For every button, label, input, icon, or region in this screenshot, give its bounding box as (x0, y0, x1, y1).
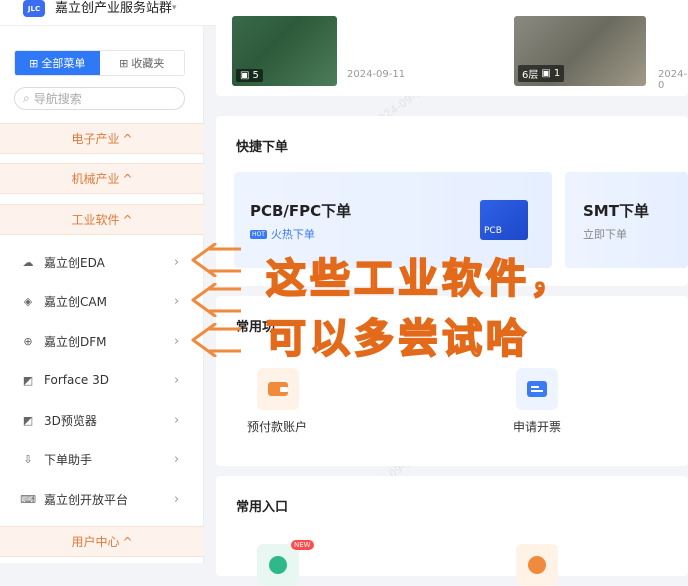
chevron-up-icon: ^ (122, 171, 133, 186)
chevron-right-icon: › (174, 293, 180, 309)
search-placeholder: 导航搜索 (33, 92, 82, 106)
cube-icon: ◩ (22, 373, 34, 387)
sidebar-item-dfm[interactable]: ⊕ 嘉立创DFM › (0, 321, 204, 361)
download-icon: ⇩ (23, 452, 33, 466)
section-title: 快捷下单 (236, 140, 289, 155)
tab-favorites[interactable]: ⊞ 收藏夹 (99, 51, 184, 75)
chevron-right-icon: › (174, 254, 180, 270)
site-title[interactable]: 嘉立创产业服务站群 (55, 0, 172, 17)
cube-icon: ◩ (22, 413, 34, 427)
gallery-photo[interactable]: 6层 ▣ 1 (514, 16, 646, 86)
image-icon: ▣ (541, 68, 551, 79)
promo-title: PCB/FPC下单 (250, 202, 352, 220)
chevron-down-icon[interactable]: ▾ (172, 3, 177, 13)
sidebar-item-open-platform[interactable]: ⌨ 嘉立创开放平台 › (0, 479, 204, 519)
cloud-icon: ☁ (22, 255, 34, 269)
logo[interactable]: JLC (23, 0, 45, 17)
gallery-date: 2024-0 (658, 69, 688, 91)
chevron-right-icon: › (174, 491, 180, 507)
promo-subtitle: 立即下单 (583, 228, 627, 241)
sidebar-item-3d-viewer[interactable]: ◩ 3D预览器 › (0, 400, 204, 440)
menu-tabs: ⊞ 全部菜单 ⊞ 收藏夹 (14, 50, 185, 76)
entry-icon[interactable] (516, 544, 558, 586)
sidebar: ⊞ 全部菜单 ⊞ 收藏夹 ⌕ 导航搜索 电子产业 ^ 机械产业 ^ 工业软件 ^ ☁ … (0, 26, 204, 563)
sidebar-item-cam[interactable]: ◈ 嘉立创CAM › (0, 281, 204, 321)
gallery-photo[interactable]: ▣ 5 (232, 16, 337, 86)
entry-icon[interactable] (257, 544, 299, 586)
gallery-card: ▣ 5 2024-09-11 6层 ▣ 1 2024-0 (216, 16, 688, 96)
chevron-right-icon: › (174, 451, 180, 467)
item-label: Forface 3D (44, 373, 109, 387)
layer-count: 6层 (522, 70, 539, 81)
chevron-up-icon: ^ (122, 212, 133, 227)
image-count-badge: ▣ 5 (236, 69, 263, 82)
item-label: 嘉立创DFM (44, 334, 107, 349)
arrow-left-icon (191, 243, 241, 277)
group-label: 工业软件 (71, 213, 120, 227)
invoice-icon[interactable] (516, 368, 558, 410)
smt-order-promo[interactable]: SMT下单 立即下单 (565, 172, 688, 268)
image-count: 5 (252, 70, 259, 81)
chevron-right-icon: › (174, 372, 180, 388)
tab-label: 全部菜单 (41, 57, 86, 70)
image-count: 1 (553, 68, 561, 79)
code-icon: ⌨ (20, 492, 36, 506)
group-electronics[interactable]: 电子产业 ^ (0, 123, 204, 154)
arrow-left-icon (191, 323, 241, 357)
sidebar-item-forface[interactable]: ◩ Forface 3D › (0, 360, 204, 400)
chevron-up-icon: ^ (122, 131, 133, 146)
grid-icon: ⊞ (119, 56, 129, 70)
diamond-icon: ◈ (23, 294, 33, 308)
promo-sub-label: 火热下单 (270, 228, 315, 241)
common-entry-card: 常用入口 NEW (216, 476, 688, 586)
annotation-text: 可以多尝试哈 (265, 314, 530, 363)
item-label: 嘉立创EDA (44, 255, 105, 270)
sidebar-item-order-helper[interactable]: ⇩ 下单助手 › (0, 439, 204, 479)
item-label: 下单助手 (44, 452, 93, 467)
zoom-icon: ⊕ (23, 334, 33, 348)
item-label: 嘉立创开放平台 (44, 492, 129, 507)
search-icon: ⌕ (23, 91, 30, 105)
gallery-date: 2024-09-11 (347, 69, 406, 80)
chevron-up-icon: ^ (122, 534, 133, 549)
promo-subtitle: HOT 火热下单 (250, 226, 315, 242)
grid-icon: ⊞ (29, 56, 39, 70)
nav-search-input[interactable]: ⌕ 导航搜索 (14, 87, 185, 110)
group-label: 电子产业 (71, 132, 120, 146)
annotation-text: 这些工业软件， (265, 254, 574, 303)
image-icon: ▣ (240, 70, 250, 81)
group-user-center[interactable]: 用户中心 ^ (0, 526, 204, 557)
group-software[interactable]: 工业软件 ^ (0, 204, 204, 235)
layer-badge: 6层 ▣ 1 (518, 65, 565, 82)
tab-label: 收藏夹 (131, 57, 165, 70)
new-badge: NEW (291, 540, 314, 550)
group-mechanical[interactable]: 机械产业 ^ (0, 163, 204, 194)
promo-title: SMT下单 (583, 202, 649, 220)
tab-all-menu[interactable]: ⊞ 全部菜单 (15, 51, 100, 75)
hot-badge: HOT (250, 229, 267, 239)
pcb-illustration: PCB (480, 200, 528, 240)
func-label[interactable]: 预付款账户 (247, 418, 307, 435)
chevron-right-icon: › (174, 333, 180, 349)
sidebar-item-eda[interactable]: ☁ 嘉立创EDA › (0, 242, 204, 282)
section-title: 常用入口 (236, 500, 289, 515)
func-label[interactable]: 申请开票 (513, 418, 561, 435)
item-label: 3D预览器 (44, 413, 97, 428)
group-label: 用户中心 (71, 535, 120, 549)
chevron-right-icon: › (174, 412, 180, 428)
group-label: 机械产业 (71, 172, 120, 186)
arrow-left-icon (191, 283, 241, 317)
wallet-icon[interactable] (257, 368, 299, 410)
item-label: 嘉立创CAM (44, 294, 107, 309)
